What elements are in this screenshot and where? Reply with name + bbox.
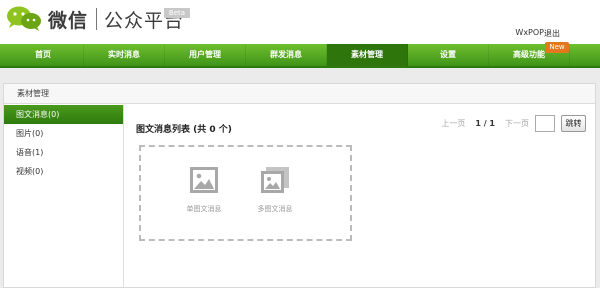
create-news-area: 单图文消息 多图文消息 — [139, 145, 352, 241]
multi-image-icon — [261, 167, 289, 193]
beta-badge: Beta — [164, 8, 190, 18]
materials-panel: 素材管理 图文消息(0) 图片(0) 语音(1) 视频(0) 图文消息列表 (共… — [3, 83, 596, 288]
nav-item-mass-message[interactable]: 群发消息 — [246, 44, 327, 66]
main-nav: 首页 实时消息 用户管理 群发消息 素材管理 设置 高级功能 — [0, 44, 600, 68]
prev-page-link[interactable]: 上一页 — [441, 118, 465, 129]
wechat-logo-icon — [7, 6, 41, 31]
nav-item-user-management[interactable]: 用户管理 — [165, 44, 246, 66]
pagination: 上一页 1 / 1 下一页 跳转 — [441, 114, 586, 132]
new-badge: New — [545, 42, 569, 53]
sidebar-item-video[interactable]: 视频(0) — [4, 162, 123, 181]
nav-item-realtime-messages[interactable]: 实时消息 — [84, 44, 165, 66]
logout-link[interactable]: 退出 — [544, 28, 560, 39]
image-icon — [190, 167, 218, 193]
materials-sidebar: 图文消息(0) 图片(0) 语音(1) 视频(0) — [4, 105, 124, 287]
nav-item-materials[interactable]: 素材管理 — [327, 44, 408, 66]
user-name-link[interactable]: WxPOP — [515, 28, 544, 37]
nav-item-settings[interactable]: 设置 — [408, 44, 489, 66]
page-number-input[interactable] — [535, 114, 555, 132]
create-single-news-button[interactable]: 单图文消息 — [174, 167, 234, 214]
sidebar-item-images[interactable]: 图片(0) — [4, 124, 123, 143]
next-page-link[interactable]: 下一页 — [505, 118, 529, 129]
panel-title: 素材管理 — [4, 84, 595, 104]
header: 微信 公众平台 Beta WxPOP 退出 — [0, 0, 600, 44]
nav-item-home[interactable]: 首页 — [3, 44, 84, 66]
logo-separator — [96, 8, 97, 30]
main-content: 图文消息列表 (共 0 个) 上一页 1 / 1 下一页 跳转 单图文消息 多图… — [126, 105, 594, 287]
create-multi-news-button[interactable]: 多图文消息 — [245, 167, 305, 214]
sidebar-item-news[interactable]: 图文消息(0) — [4, 105, 123, 124]
list-title: 图文消息列表 (共 0 个) — [136, 125, 232, 135]
sidebar-item-voice[interactable]: 语音(1) — [4, 143, 123, 162]
go-button[interactable]: 跳转 — [561, 114, 586, 132]
page-indicator: 1 / 1 — [475, 118, 495, 128]
logo-main-text: 微信 — [48, 10, 89, 32]
create-multi-news-label: 多图文消息 — [257, 205, 293, 213]
create-single-news-label: 单图文消息 — [186, 205, 222, 213]
